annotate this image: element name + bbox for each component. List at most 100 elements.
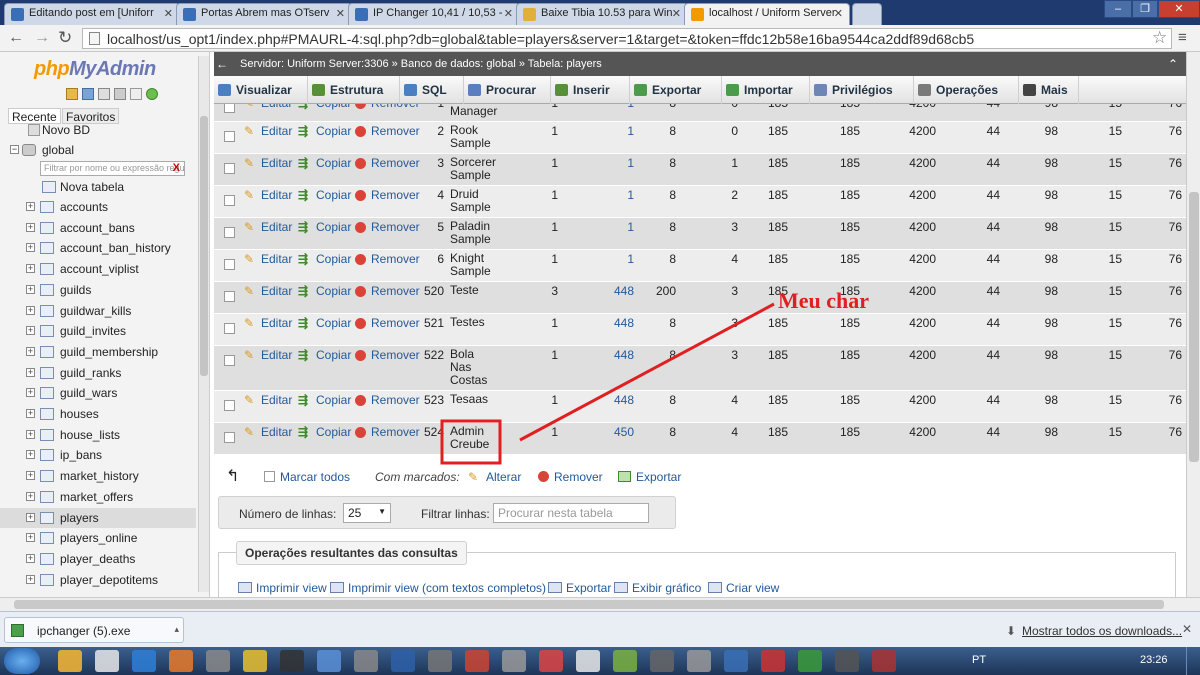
taskbar-app-icon[interactable]	[317, 650, 341, 672]
nav-table-market_offers[interactable]: + market_offers	[0, 487, 196, 507]
scroll-top-icon[interactable]: ⌃	[1168, 52, 1178, 76]
taskbar-app-icon[interactable]	[280, 650, 304, 672]
table-icon[interactable]	[40, 345, 54, 358]
taskbar-app-icon[interactable]	[354, 650, 378, 672]
expand-icon[interactable]: +	[26, 243, 35, 253]
collapse-nav-icon[interactable]: ←	[216, 52, 228, 76]
clear-filter-icon[interactable]: X	[173, 162, 180, 174]
filter-rows-input[interactable]: Procurar nesta tabela	[493, 503, 649, 523]
horizontal-scrollbar[interactable]	[0, 597, 1200, 611]
nav-table-guild_ranks[interactable]: + guild_ranks	[0, 363, 196, 383]
nav-table-market_history[interactable]: + market_history	[0, 466, 196, 486]
taskbar-app-icon[interactable]	[872, 650, 896, 672]
nav-filter-input[interactable]: Filtrar por nome ou expressão regu X	[40, 161, 185, 176]
bulk-delete-button[interactable]: Remover	[554, 470, 603, 484]
table-icon[interactable]	[40, 366, 54, 379]
check-all-label[interactable]: Marcar todos	[280, 470, 350, 484]
new-database-item[interactable]: Novo BD	[0, 120, 196, 140]
taskbar-app-icon[interactable]	[58, 650, 82, 672]
browser-tab[interactable]: Baixe Tibia 10.53 para Win ✕	[516, 3, 688, 25]
taskbar-app-icon[interactable]	[650, 650, 674, 672]
page-scrollbar[interactable]	[1186, 52, 1200, 597]
table-icon[interactable]	[40, 449, 54, 462]
tab-operações[interactable]: Operações	[914, 76, 1019, 104]
nav-scroll-thumb[interactable]	[200, 116, 208, 376]
expand-icon[interactable]: +	[26, 284, 35, 294]
query-op-link[interactable]: Imprimir view	[238, 581, 327, 595]
nav-table-guild_invites[interactable]: + guild_invites	[0, 321, 196, 341]
expand-icon[interactable]: +	[26, 553, 35, 563]
table-icon[interactable]	[40, 387, 54, 400]
nav-table-players[interactable]: + players	[0, 507, 196, 528]
expand-icon[interactable]: +	[26, 450, 35, 460]
new-table-item[interactable]: Nova tabela	[0, 177, 196, 197]
nav-table-guild_membership[interactable]: + guild_membership	[0, 342, 196, 362]
table-icon[interactable]	[40, 573, 54, 586]
collapse-icon[interactable]: −	[10, 145, 19, 154]
tab-importar[interactable]: Importar	[722, 76, 810, 104]
tab-inserir[interactable]: Inserir	[551, 76, 630, 104]
refresh-icon[interactable]	[146, 88, 158, 100]
table-icon[interactable]	[40, 552, 54, 565]
taskbar-app-icon[interactable]	[428, 650, 452, 672]
browser-tab[interactable]: localhost / Uniform Server ✕	[684, 3, 850, 25]
expand-icon[interactable]: +	[26, 574, 35, 584]
url-input[interactable]: localhost/us_opt1/index.php#PMAURL-4:sql…	[82, 28, 1172, 49]
browser-tab[interactable]: Portas Abrem mas OTserv ✕	[176, 3, 352, 25]
taskbar-app-icon[interactable]	[724, 650, 748, 672]
expand-icon[interactable]: +	[26, 305, 35, 315]
nav-table-houses[interactable]: + houses	[0, 404, 196, 424]
taskbar-app-icon[interactable]	[502, 650, 526, 672]
show-all-downloads-link[interactable]: Mostrar todos os downloads...	[1022, 624, 1182, 638]
nav-table-players_online[interactable]: + players_online	[0, 528, 196, 548]
close-downloads-icon[interactable]: ✕	[1182, 622, 1192, 636]
expand-icon[interactable]: +	[26, 264, 35, 274]
expand-icon[interactable]: +	[26, 202, 35, 211]
expand-icon[interactable]: +	[26, 222, 35, 232]
nav-table-player_depotitems[interactable]: + player_depotitems	[0, 570, 196, 590]
sql-query-icon[interactable]	[98, 88, 110, 100]
expand-icon[interactable]: +	[26, 326, 35, 336]
bookmark-star-icon[interactable]: ☆	[1152, 28, 1167, 48]
table-icon[interactable]	[40, 201, 54, 213]
taskbar-app-icon[interactable]	[613, 650, 637, 672]
query-op-link[interactable]: Criar view	[708, 581, 779, 595]
close-tab-icon[interactable]: ✕	[504, 7, 513, 20]
expand-icon[interactable]: +	[26, 512, 35, 522]
browser-tab[interactable]: Editando post em [Uniforr ✕	[4, 3, 180, 25]
table-icon[interactable]	[40, 242, 54, 255]
nav-table-account_bans[interactable]: + account_bans	[0, 218, 196, 238]
nav-table-accounts[interactable]: + accounts	[0, 197, 196, 217]
close-tab-icon[interactable]: ✕	[672, 7, 681, 20]
bulk-export-button[interactable]: Exportar	[636, 470, 681, 484]
browser-tab[interactable]: IP Changer 10,41 / 10,53 - ✕	[348, 3, 520, 25]
taskbar-app-icon[interactable]	[761, 650, 785, 672]
rows-per-page-select[interactable]: 25 ▼	[343, 503, 391, 523]
expand-icon[interactable]: +	[26, 409, 35, 418]
expand-icon[interactable]: +	[26, 533, 35, 543]
database-global[interactable]: − global	[0, 140, 196, 160]
taskbar-app-icon[interactable]	[243, 650, 267, 672]
phpmyadmin-logo[interactable]: phpMyAdmin	[34, 58, 156, 81]
tab-visualizar[interactable]: Visualizar	[214, 76, 308, 104]
table-icon[interactable]	[40, 263, 54, 276]
tab-procurar[interactable]: Procurar	[464, 76, 551, 104]
nav-table-guildwar_kills[interactable]: + guildwar_kills	[0, 301, 196, 321]
close-tab-icon[interactable]: ✕	[164, 7, 173, 20]
table-icon[interactable]	[40, 304, 54, 317]
forward-icon[interactable]: →	[34, 29, 50, 47]
tab-sql[interactable]: SQL	[400, 76, 464, 104]
table-icon[interactable]	[40, 490, 54, 503]
nav-table-house_lists[interactable]: + house_lists	[0, 425, 196, 445]
docs-icon[interactable]	[114, 88, 126, 100]
nav-table-guild_wars[interactable]: + guild_wars	[0, 383, 196, 403]
expand-icon[interactable]: +	[26, 429, 35, 439]
expand-icon[interactable]: +	[26, 491, 35, 501]
tab-mais[interactable]: Mais	[1019, 76, 1079, 104]
logout-icon[interactable]	[82, 88, 94, 100]
table-icon[interactable]	[40, 470, 54, 483]
page-scroll-thumb[interactable]	[1189, 192, 1199, 462]
nav-table-account_ban_history[interactable]: + account_ban_history	[0, 238, 196, 258]
maximize-button[interactable]: ❐	[1132, 0, 1158, 18]
expand-icon[interactable]: +	[26, 367, 35, 377]
